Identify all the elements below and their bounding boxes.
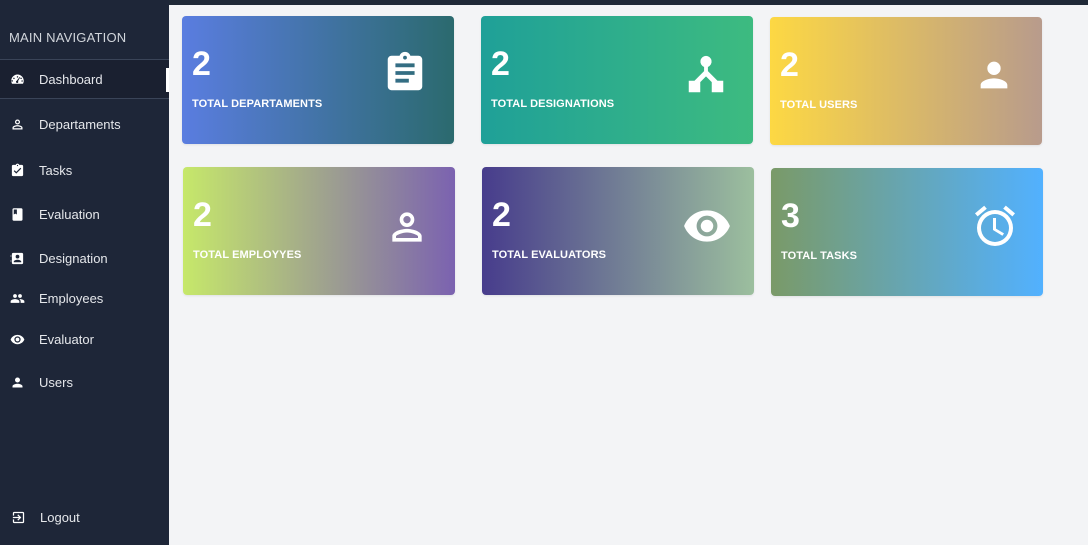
stat-label: TOTAL EVALUATORS [492,249,607,261]
stat-value: 2 [780,46,799,84]
nav-title: MAIN NAVIGATION [9,30,127,45]
user-icon [9,374,25,390]
sidebar-item-label: Employees [39,290,104,306]
sidebar-item-label: Users [39,374,73,390]
sidebar-item-users[interactable]: Users [0,363,169,401]
sidebar-item-label: Tasks [39,162,73,178]
stat-value: 2 [491,45,510,83]
stat-card-employees[interactable]: 2 TOTAL EMPLOYYES [183,167,455,295]
logout-icon [10,509,26,525]
stat-label: TOTAL TASKS [781,250,858,262]
logout-label: Logout [40,509,80,525]
stat-label: TOTAL DEPARTAMENTS [192,98,323,110]
alarm-clock-icon [971,202,1019,250]
stat-value: 3 [781,197,800,235]
stat-card-tasks[interactable]: 3 TOTAL TASKS [771,168,1043,296]
person-icon [9,116,25,132]
nav-divider [0,98,169,99]
sidebar: MAIN NAVIGATION Dashboard Departaments T… [0,0,169,545]
stat-value: 2 [193,196,212,234]
sidebar-item-label: Dashboard [39,71,103,87]
sidebar-item-tasks[interactable]: Tasks [0,151,169,189]
sidebar-item-label: Departaments [39,116,121,132]
user-icon [974,55,1014,95]
eye-icon [9,331,25,347]
eye-icon [682,201,732,251]
sidebar-item-employees[interactable]: Employees [0,279,169,317]
sidebar-item-dashboard[interactable]: Dashboard [0,60,169,98]
stat-label: TOTAL EMPLOYYES [193,249,302,261]
person-outline-icon [385,205,429,249]
sidebar-item-departaments[interactable]: Departaments [0,105,169,143]
sidebar-item-evaluation[interactable]: Evaluation [0,195,169,233]
hierarchy-icon [683,52,729,98]
book-icon [9,206,25,222]
contact-card-icon [9,250,25,266]
clipboard-check-icon [9,162,25,178]
stat-card-users[interactable]: 2 TOTAL USERS [770,17,1042,145]
stat-label: TOTAL USERS [780,99,858,111]
logout-button[interactable]: Logout [0,498,169,536]
sidebar-item-label: Evaluation [39,206,100,222]
sidebar-item-label: Evaluator [39,331,94,347]
stat-value: 2 [492,196,511,234]
sidebar-item-label: Designation [39,250,108,266]
people-icon [9,290,25,306]
stat-value: 2 [192,45,211,83]
clipboard-icon [382,50,428,96]
stat-card-departaments[interactable]: 2 TOTAL DEPARTAMENTS [182,16,454,144]
dashboard-icon [9,71,25,87]
stat-card-evaluators[interactable]: 2 TOTAL EVALUATORS [482,167,754,295]
sidebar-item-evaluator[interactable]: Evaluator [0,320,169,358]
stat-card-designations[interactable]: 2 TOTAL DESIGNATIONS [481,16,753,144]
stat-label: TOTAL DESIGNATIONS [491,98,615,110]
sidebar-item-designation[interactable]: Designation [0,239,169,277]
